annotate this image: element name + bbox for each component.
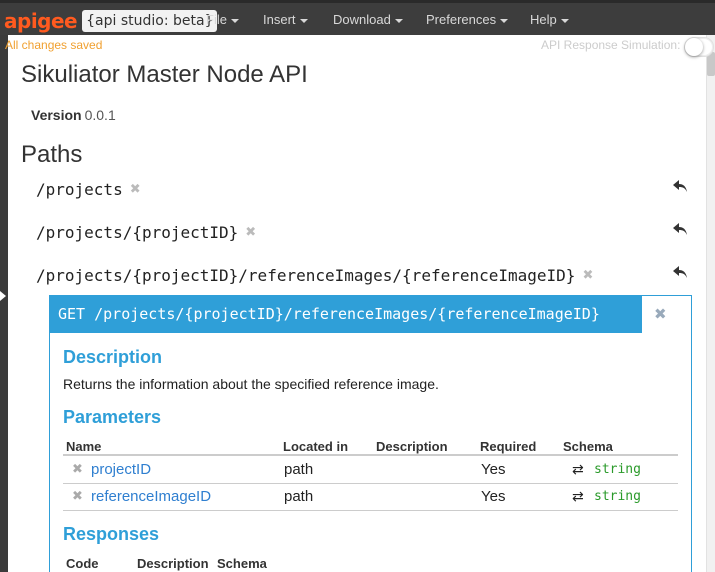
param-located: path <box>284 488 314 505</box>
path-item[interactable]: /projects ✖ <box>36 180 141 200</box>
apigee-logo: apigee {api studio: beta} <box>4 8 218 34</box>
param-schema: string <box>594 489 641 504</box>
col-description: Description <box>376 439 448 454</box>
remove-path-icon[interactable]: ✖ <box>130 180 141 200</box>
param-required: Yes <box>481 461 506 478</box>
menu-preferences-label: Preferences <box>426 12 497 27</box>
jump-to-source-icon[interactable] <box>672 179 688 193</box>
param-schema: string <box>594 462 641 477</box>
version-line: Version 0.0.1 <box>31 106 116 124</box>
description-text: Returns the information about the specif… <box>63 376 439 392</box>
close-icon[interactable]: ✖ <box>654 305 667 323</box>
studio-label: {api studio: beta} <box>82 10 218 32</box>
path-item[interactable]: /projects/{projectID}/referenceImages/{r… <box>36 266 593 286</box>
menu-insert-label: Insert <box>263 12 296 27</box>
chevron-down-icon <box>500 18 509 23</box>
path-label[interactable]: /projects <box>36 180 123 200</box>
row-divider <box>63 483 678 484</box>
simulation-toggle-knob[interactable] <box>685 38 703 56</box>
brand-name: apigee <box>4 9 78 33</box>
simulation-label: API Response Simulation: <box>541 38 681 52</box>
paths-heading: Paths <box>21 141 83 168</box>
param-name[interactable]: projectID <box>91 461 151 479</box>
responses-heading: Responses <box>63 524 160 544</box>
remove-path-icon[interactable]: ✖ <box>582 266 593 286</box>
jump-to-source-icon[interactable] <box>672 265 688 279</box>
resp-col-schema: Schema <box>217 556 267 571</box>
param-required: Yes <box>481 488 506 505</box>
menu-file-label: File <box>206 12 227 27</box>
save-status: All changes saved <box>5 38 103 52</box>
resp-col-description: Description <box>137 556 209 571</box>
expand-editor-icon[interactable] <box>0 291 6 301</box>
path-label[interactable]: /projects/{projectID} <box>36 223 238 243</box>
panel-top-border <box>642 295 692 296</box>
param-located: path <box>284 461 314 478</box>
top-menu-bar: apigee {api studio: beta} File Insert Do… <box>0 0 715 35</box>
scrollbar-track[interactable] <box>706 35 715 572</box>
menu-help[interactable]: Help <box>530 11 569 29</box>
param-name[interactable]: referenceImageID <box>91 488 211 506</box>
col-located-in: Located in <box>283 439 349 454</box>
editor-pane-edge[interactable] <box>0 35 8 572</box>
swap-icon[interactable]: ⇄ <box>572 488 584 506</box>
menu-preferences[interactable]: Preferences <box>426 11 509 29</box>
version-label: Version <box>31 107 82 123</box>
remove-param-icon[interactable]: ✖ <box>72 461 83 479</box>
path-item[interactable]: /projects/{projectID} ✖ <box>36 223 256 243</box>
swap-icon[interactable]: ⇄ <box>572 461 584 479</box>
chevron-down-icon <box>230 18 239 23</box>
menu-help-label: Help <box>530 12 557 27</box>
menu-download[interactable]: Download <box>333 11 403 29</box>
operation-header[interactable]: GET /projects/{projectID}/referenceImage… <box>49 295 642 333</box>
row-divider <box>63 510 678 511</box>
col-required: Required <box>480 439 537 454</box>
col-name: Name <box>66 439 102 454</box>
api-title: Sikuliator Master Node API <box>21 61 308 88</box>
menu-download-label: Download <box>333 12 391 27</box>
description-heading: Description <box>63 347 163 367</box>
menu-file[interactable]: File <box>206 11 239 29</box>
remove-param-icon[interactable]: ✖ <box>72 488 83 506</box>
resp-col-code: Code <box>66 556 99 571</box>
col-schema: Schema <box>563 439 613 454</box>
menu-insert[interactable]: Insert <box>263 11 308 29</box>
parameters-heading: Parameters <box>63 407 162 427</box>
path-label[interactable]: /projects/{projectID}/referenceImages/{r… <box>36 266 575 286</box>
chevron-down-icon <box>560 18 569 23</box>
jump-to-source-icon[interactable] <box>672 222 688 236</box>
remove-path-icon[interactable]: ✖ <box>245 223 256 243</box>
version-value: 0.0.1 <box>84 107 116 123</box>
chevron-down-icon <box>394 18 403 23</box>
chevron-down-icon <box>299 18 308 23</box>
